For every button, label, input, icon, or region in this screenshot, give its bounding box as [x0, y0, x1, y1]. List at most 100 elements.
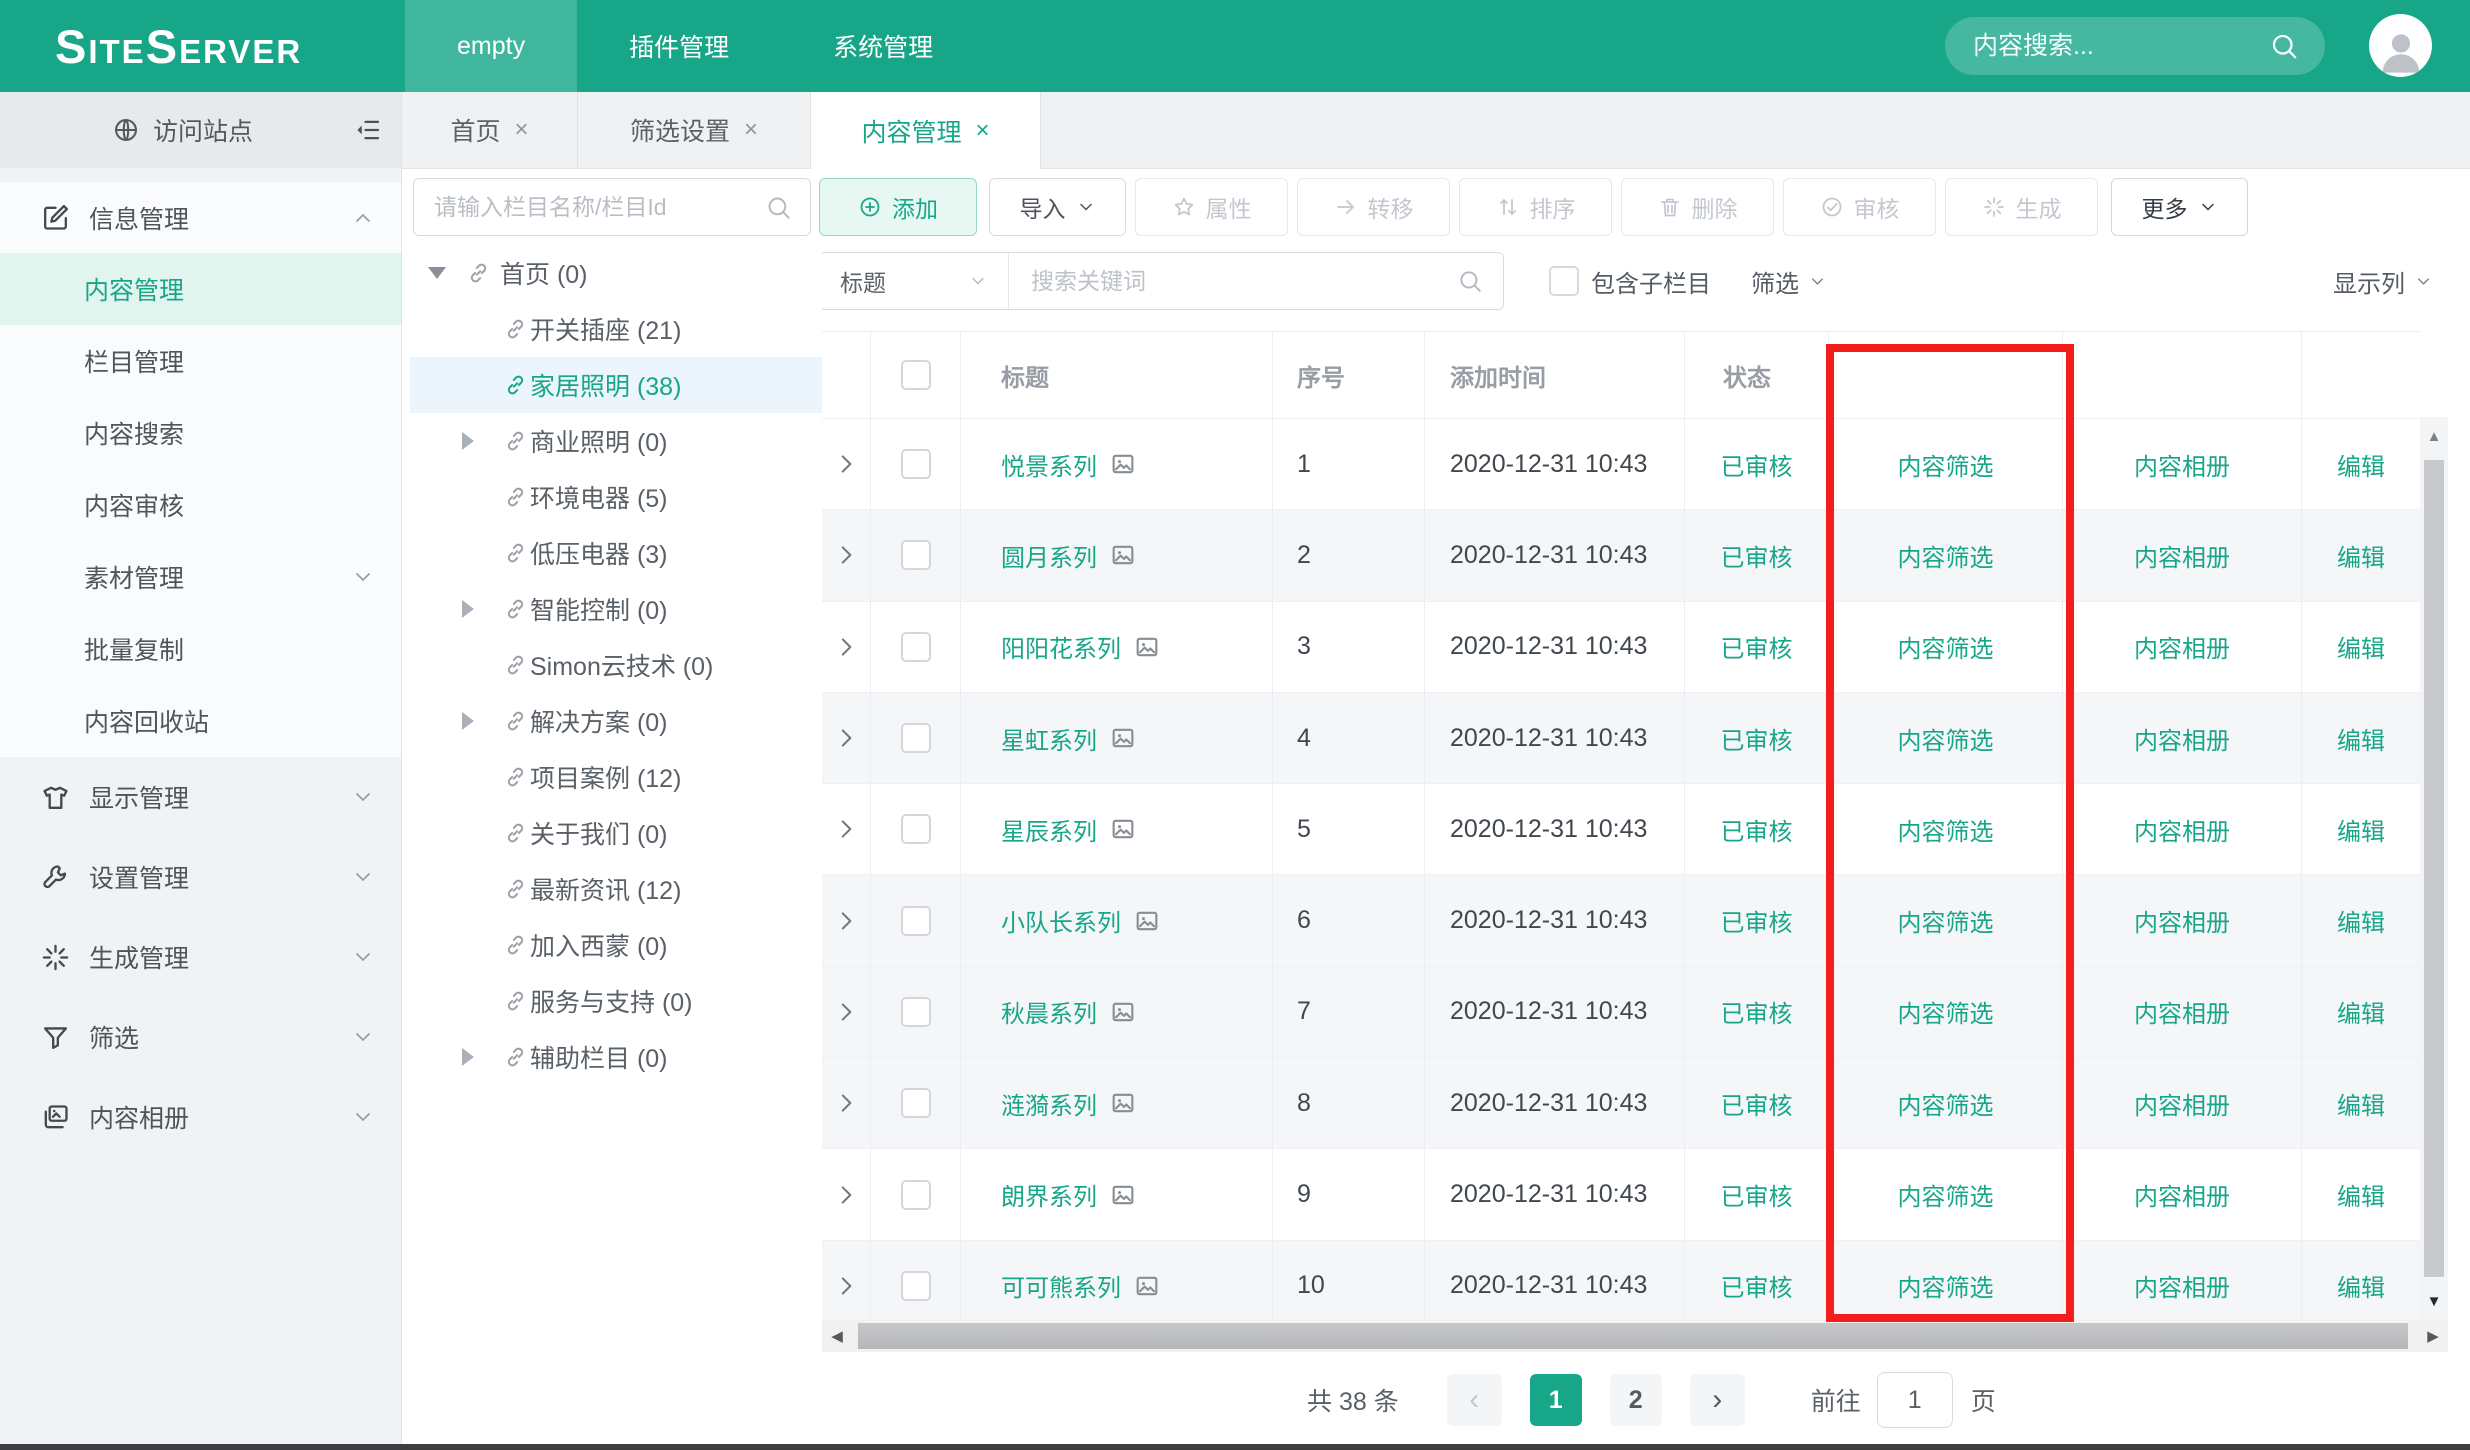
edit-link[interactable]: 编辑 — [2337, 721, 2385, 756]
tab-内容管理[interactable]: 内容管理× — [811, 92, 1041, 169]
content-filter-link[interactable]: 内容筛选 — [1898, 538, 1994, 573]
sidebar-item-内容搜索[interactable]: 内容搜索 — [0, 397, 401, 469]
audit-button[interactable]: 审核 — [1783, 178, 1936, 236]
edit-link[interactable]: 编辑 — [2337, 447, 2385, 482]
add-button[interactable]: 添加 — [819, 178, 977, 236]
edit-link[interactable]: 编辑 — [2337, 1086, 2385, 1121]
visit-site-header[interactable]: 访问站点 — [0, 92, 401, 168]
tree-item-辅助栏目[interactable]: 辅助栏目 (0) — [410, 1029, 822, 1085]
tree-item-商业照明[interactable]: 商业照明 (0) — [410, 413, 822, 469]
close-icon[interactable]: × — [976, 117, 990, 145]
sidebar-item-生成管理[interactable]: 生成管理 — [0, 917, 401, 997]
caret-down-icon[interactable] — [428, 267, 446, 279]
status-link[interactable]: 已审核 — [1721, 1268, 1793, 1303]
edit-link[interactable]: 编辑 — [2337, 903, 2385, 938]
avatar[interactable] — [2369, 14, 2432, 77]
content-title-link[interactable]: 小队长系列 — [1001, 903, 1121, 938]
sidebar-item-内容审核[interactable]: 内容审核 — [0, 469, 401, 541]
vertical-scrollbar[interactable]: ▲ ▼ — [2420, 417, 2448, 1320]
goto-page-input[interactable] — [1877, 1372, 1953, 1428]
content-album-link[interactable]: 内容相册 — [2134, 1086, 2230, 1121]
content-filter-link[interactable]: 内容筛选 — [1898, 812, 1994, 847]
expand-icon[interactable] — [833, 542, 859, 568]
content-album-link[interactable]: 内容相册 — [2134, 721, 2230, 756]
edit-link[interactable]: 编辑 — [2337, 994, 2385, 1029]
close-icon[interactable]: × — [744, 116, 758, 144]
row-checkbox[interactable] — [901, 723, 931, 753]
status-link[interactable]: 已审核 — [1721, 721, 1793, 756]
tab-筛选设置[interactable]: 筛选设置× — [578, 92, 811, 168]
tree-item-家居照明[interactable]: 家居照明 (38) — [410, 357, 822, 413]
content-title-link[interactable]: 星虹系列 — [1001, 721, 1097, 756]
content-filter-link[interactable]: 内容筛选 — [1898, 447, 1994, 482]
status-link[interactable]: 已审核 — [1721, 1086, 1793, 1121]
expand-icon[interactable] — [833, 816, 859, 842]
content-title-link[interactable]: 涟漪系列 — [1001, 1086, 1097, 1121]
row-checkbox[interactable] — [901, 1271, 931, 1301]
topnav-item-empty[interactable]: empty — [405, 0, 577, 92]
field-select[interactable]: 标题 — [820, 253, 1009, 309]
tree-item-加入西蒙[interactable]: 加入西蒙 (0) — [410, 917, 822, 973]
tree-item-开关插座[interactable]: 开关插座 (21) — [410, 301, 822, 357]
edit-link[interactable]: 编辑 — [2337, 629, 2385, 664]
global-search-input[interactable] — [1971, 31, 2269, 62]
scroll-right-arrow-icon[interactable]: ▶ — [2418, 1320, 2448, 1352]
scroll-up-arrow-icon[interactable]: ▲ — [2420, 417, 2448, 455]
row-checkbox[interactable] — [901, 1180, 931, 1210]
filter-dropdown[interactable]: 筛选 — [1751, 264, 1827, 299]
sidebar-item-内容回收站[interactable]: 内容回收站 — [0, 685, 401, 757]
search-icon[interactable] — [2269, 31, 2299, 61]
edit-link[interactable]: 编辑 — [2337, 1177, 2385, 1212]
expand-icon[interactable] — [833, 634, 859, 660]
content-album-link[interactable]: 内容相册 — [2134, 538, 2230, 573]
generate-button[interactable]: 生成 — [1945, 178, 2098, 236]
content-title-link[interactable]: 朗界系列 — [1001, 1177, 1097, 1212]
expand-icon[interactable] — [833, 999, 859, 1025]
tree-item-智能控制[interactable]: 智能控制 (0) — [410, 581, 822, 637]
row-checkbox[interactable] — [901, 449, 931, 479]
content-album-link[interactable]: 内容相册 — [2134, 903, 2230, 938]
display-columns-dropdown[interactable]: 显示列 — [2333, 264, 2433, 299]
content-title-link[interactable]: 圆月系列 — [1001, 538, 1097, 573]
content-title-link[interactable]: 阳阳花系列 — [1001, 629, 1121, 664]
expand-icon[interactable] — [833, 1273, 859, 1299]
sidebar-item-素材管理[interactable]: 素材管理 — [0, 541, 401, 613]
status-link[interactable]: 已审核 — [1721, 447, 1793, 482]
caret-right-icon[interactable] — [462, 600, 474, 618]
tree-item-服务与支持[interactable]: 服务与支持 (0) — [410, 973, 822, 1029]
tab-首页[interactable]: 首页× — [402, 92, 578, 168]
row-checkbox[interactable] — [901, 540, 931, 570]
status-link[interactable]: 已审核 — [1721, 629, 1793, 664]
expand-icon[interactable] — [833, 908, 859, 934]
more-button[interactable]: 更多 — [2111, 178, 2248, 236]
include-children-checkbox[interactable] — [1549, 266, 1579, 296]
edit-link[interactable]: 编辑 — [2337, 1268, 2385, 1303]
topnav-item-系统管理[interactable]: 系统管理 — [781, 0, 985, 92]
sidebar-item-内容管理[interactable]: 内容管理 — [0, 253, 401, 325]
horizontal-scrollbar[interactable]: ◀ ▶ — [822, 1320, 2448, 1352]
tree-item-Simon云技术[interactable]: Simon云技术 (0) — [410, 637, 822, 693]
keyword-input[interactable] — [1029, 267, 1457, 296]
tree-item-关于我们[interactable]: 关于我们 (0) — [410, 805, 822, 861]
select-all-checkbox[interactable] — [901, 360, 931, 390]
channel-search[interactable] — [413, 178, 811, 236]
edit-link[interactable]: 编辑 — [2337, 812, 2385, 847]
status-link[interactable]: 已审核 — [1721, 1177, 1793, 1212]
row-checkbox[interactable] — [901, 632, 931, 662]
page-button-1[interactable]: 1 — [1530, 1374, 1582, 1426]
content-album-link[interactable]: 内容相册 — [2134, 1177, 2230, 1212]
status-link[interactable]: 已审核 — [1721, 903, 1793, 938]
content-album-link[interactable]: 内容相册 — [2134, 1268, 2230, 1303]
sidebar-item-设置管理[interactable]: 设置管理 — [0, 837, 401, 917]
page-button-2[interactable]: 2 — [1610, 1374, 1662, 1426]
sidebar-item-批量复制[interactable]: 批量复制 — [0, 613, 401, 685]
content-filter-link[interactable]: 内容筛选 — [1898, 903, 1994, 938]
status-link[interactable]: 已审核 — [1721, 994, 1793, 1029]
content-album-link[interactable]: 内容相册 — [2134, 629, 2230, 664]
scroll-left-arrow-icon[interactable]: ◀ — [822, 1320, 852, 1352]
tree-item-项目案例[interactable]: 项目案例 (12) — [410, 749, 822, 805]
content-title-link[interactable]: 秋晨系列 — [1001, 994, 1097, 1029]
search-icon[interactable] — [765, 194, 792, 221]
content-filter-link[interactable]: 内容筛选 — [1898, 1268, 1994, 1303]
content-album-link[interactable]: 内容相册 — [2134, 994, 2230, 1029]
